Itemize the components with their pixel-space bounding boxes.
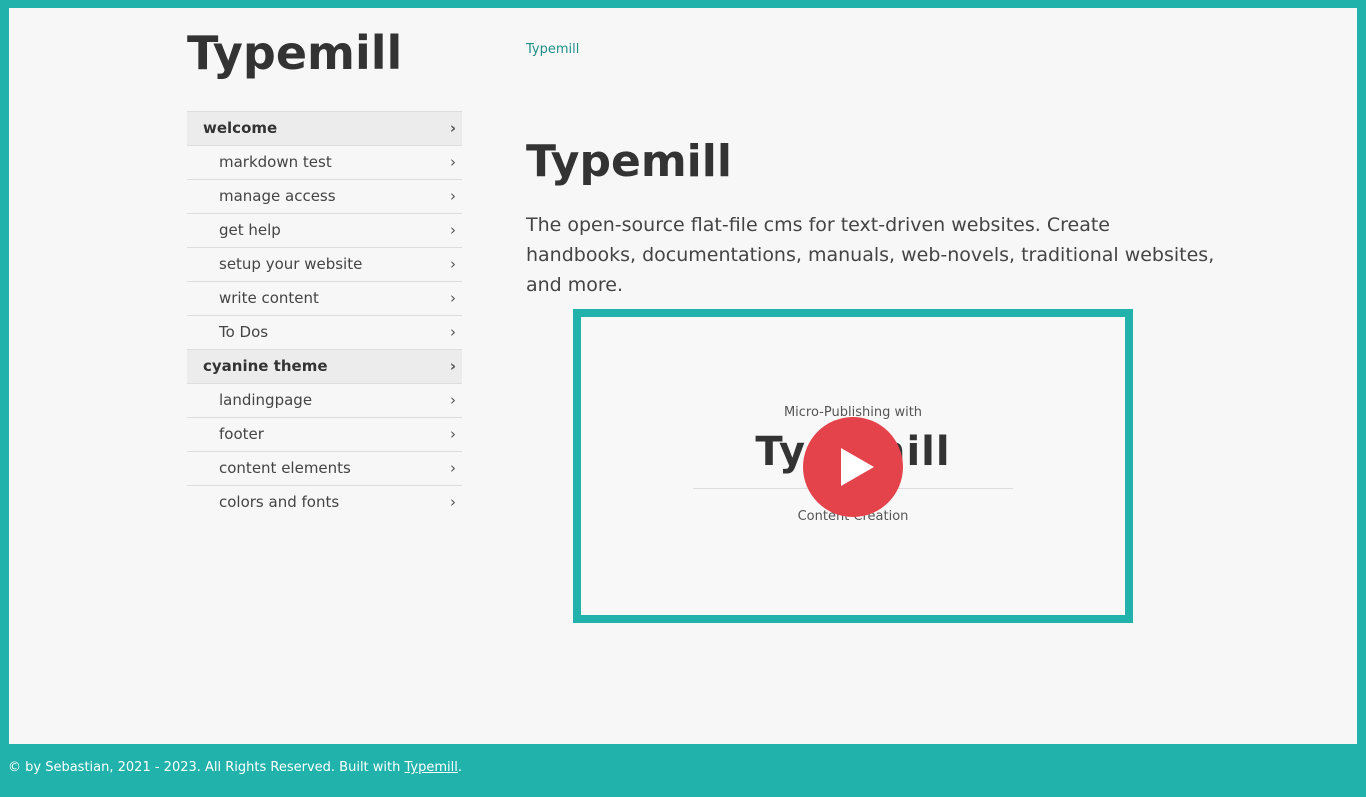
chevron-right-icon: ›	[449, 357, 456, 375]
footer-typemill-link[interactable]: Typemill	[405, 760, 458, 775]
nav-item-label: colors and fonts	[219, 493, 340, 511]
nav-item-get-help[interactable]: get help ›	[187, 214, 462, 248]
chevron-right-icon: ›	[450, 153, 456, 171]
chevron-right-icon: ›	[450, 425, 456, 443]
nav-item-label: content elements	[219, 459, 351, 477]
nav-item-welcome[interactable]: welcome ›	[187, 112, 462, 146]
nav-item-label: To Dos	[219, 323, 269, 341]
chevron-right-icon: ›	[450, 221, 456, 239]
nav-item-cyanine-theme[interactable]: cyanine theme ›	[187, 350, 462, 384]
page-container: Typemill welcome › markdown test › manag…	[9, 8, 1357, 744]
nav-item-setup-your-website[interactable]: setup your website ›	[187, 248, 462, 282]
nav-item-label: write content	[219, 289, 319, 307]
chevron-right-icon: ›	[450, 187, 456, 205]
chevron-right-icon: ›	[450, 323, 456, 341]
chevron-right-icon: ›	[450, 391, 456, 409]
nav-item-content-elements[interactable]: content elements ›	[187, 452, 462, 486]
nav-item-to-dos[interactable]: To Dos ›	[187, 316, 462, 350]
site-logo[interactable]: Typemill	[187, 26, 402, 80]
footer: © by Sebastian, 2021 - 2023. All Rights …	[8, 760, 462, 775]
nav-item-label: markdown test	[219, 153, 332, 171]
nav-item-footer[interactable]: footer ›	[187, 418, 462, 452]
sidebar-navigation: welcome › markdown test › manage access …	[187, 111, 462, 519]
chevron-right-icon: ›	[450, 255, 456, 273]
chevron-right-icon: ›	[450, 289, 456, 307]
nav-item-markdown-test[interactable]: markdown test ›	[187, 146, 462, 180]
chevron-right-icon: ›	[450, 459, 456, 477]
page-title: Typemill	[526, 136, 732, 187]
nav-item-label: landingpage	[219, 391, 313, 409]
nav-item-manage-access[interactable]: manage access ›	[187, 180, 462, 214]
nav-item-label: footer	[219, 425, 264, 443]
footer-text: © by Sebastian, 2021 - 2023. All Rights …	[8, 760, 405, 775]
nav-item-label: cyanine theme	[203, 357, 328, 375]
nav-item-write-content[interactable]: write content ›	[187, 282, 462, 316]
video-thumbnail: Micro-Publishing with Typemill Content C…	[581, 317, 1125, 615]
video-player[interactable]: Micro-Publishing with Typemill Content C…	[573, 309, 1133, 623]
chevron-right-icon: ›	[449, 119, 456, 137]
nav-item-label: get help	[219, 221, 281, 239]
nav-item-label: welcome	[203, 119, 278, 137]
nav-item-colors-and-fonts[interactable]: colors and fonts ›	[187, 486, 462, 519]
footer-end: .	[457, 760, 462, 775]
page-lead: The open-source flat-file cms for text-d…	[526, 214, 1215, 296]
nav-item-landingpage[interactable]: landingpage ›	[187, 384, 462, 418]
nav-item-label: manage access	[219, 187, 336, 205]
play-button[interactable]	[803, 417, 903, 517]
chevron-right-icon: ›	[450, 493, 456, 511]
breadcrumb-link[interactable]: Typemill	[526, 42, 579, 57]
nav-item-label: setup your website	[219, 255, 363, 273]
play-icon	[841, 448, 874, 486]
